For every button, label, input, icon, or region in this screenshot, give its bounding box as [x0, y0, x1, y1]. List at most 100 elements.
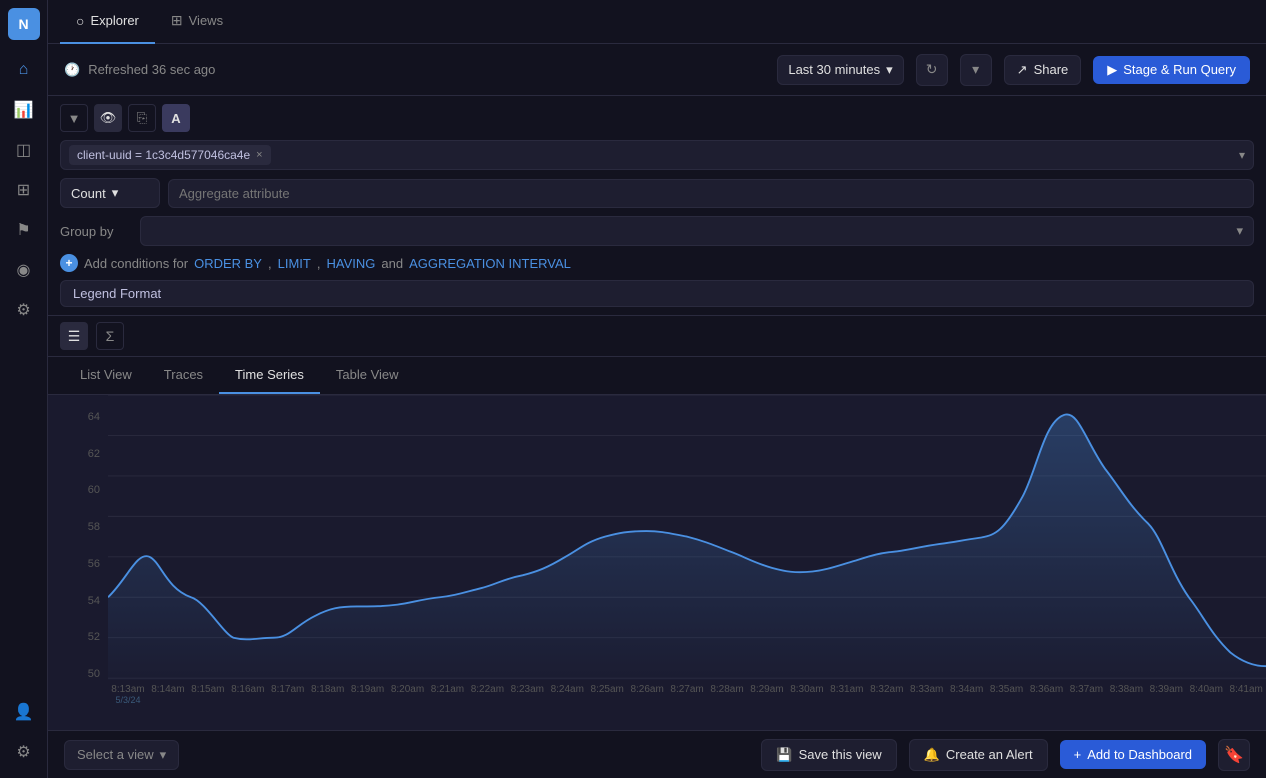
sidebar-item-grid[interactable]: ⊞ — [6, 172, 42, 208]
sidebar-item-settings-alt[interactable]: ⚙ — [6, 292, 42, 328]
copy-button[interactable]: ⎘ — [128, 104, 156, 132]
sidebar-item-home[interactable]: ⌂ — [6, 52, 42, 88]
tab-time-series[interactable]: Time Series — [219, 357, 320, 394]
create-alert-button[interactable]: 🔔 Create an Alert — [909, 739, 1048, 771]
select-view-dropdown[interactable]: Select a view ▾ — [64, 740, 179, 770]
x-label-825am: 8:25am — [587, 684, 627, 695]
save-view-button[interactable]: 💾 Save this view — [761, 739, 896, 771]
views-icon: ⊞ — [171, 12, 183, 29]
sidebar-item-settings[interactable]: ⚙ — [6, 734, 42, 770]
bookmark-icon: 🔖 — [1224, 745, 1244, 765]
sidebar-item-people[interactable]: 👤 — [6, 694, 42, 730]
time-selector[interactable]: Last 30 minutes ▾ — [777, 55, 903, 85]
filter-row: client-uuid = 1c3c4d577046ca4e × ▾ — [60, 140, 1254, 170]
alert-icon: 🔔 — [924, 747, 940, 763]
tab-traces[interactable]: Traces — [148, 357, 219, 394]
save-label: Save this view — [799, 747, 882, 762]
group-by-row: Group by ▾ — [60, 216, 1254, 246]
expand-button[interactable]: ▼ — [60, 104, 88, 132]
refresh-label: Refreshed 36 sec ago — [88, 62, 215, 77]
run-query-button[interactable]: ▶ Stage & Run Query — [1093, 56, 1250, 84]
x-label-827am: 8:27am — [667, 684, 707, 695]
legend-format-button[interactable]: Legend Format — [60, 280, 1254, 307]
filter-tag-text: client-uuid = 1c3c4d577046ca4e — [77, 148, 250, 162]
x-label-818am: 8:18am — [308, 684, 348, 695]
eye-button[interactable]: 👁 — [94, 104, 122, 132]
x-label-816am: 8:16am — [228, 684, 268, 695]
clock-icon: 🕐 — [64, 62, 80, 78]
sidebar-bottom: 👤 ⚙ — [6, 694, 42, 770]
sigma-button[interactable]: Σ — [96, 322, 124, 350]
run-label: Stage & Run Query — [1123, 62, 1236, 77]
x-label-839am: 8:39am — [1146, 684, 1186, 695]
refresh-button[interactable]: ↻ — [916, 54, 948, 86]
x-label-837am: 8:37am — [1067, 684, 1107, 695]
x-label-824am: 8:24am — [547, 684, 587, 695]
x-label-829am: 8:29am — [747, 684, 787, 695]
sidebar-item-eye[interactable]: ◉ — [6, 252, 42, 288]
x-label-819am: 8:19am — [348, 684, 388, 695]
order-by-link[interactable]: ORDER BY — [194, 256, 262, 271]
filter-close-button[interactable]: × — [256, 149, 262, 161]
view-tabs: List View Traces Time Series Table View — [48, 357, 1266, 395]
y-axis: 64 62 60 58 56 54 52 50 — [48, 395, 108, 680]
sidebar-item-explorer[interactable]: 📊 — [6, 92, 42, 128]
aggregate-selector[interactable]: Count ▾ — [60, 178, 160, 208]
sidebar-item-flag[interactable]: ⚑ — [6, 212, 42, 248]
tab-views[interactable]: ⊞ Views — [155, 0, 239, 44]
add-dashboard-button[interactable]: + Add to Dashboard — [1060, 740, 1206, 769]
add-conditions-button[interactable]: + — [60, 254, 78, 272]
copy-icon: ⎘ — [137, 110, 147, 126]
aggregation-interval-link[interactable]: AGGREGATION INTERVAL — [409, 256, 571, 271]
type-icon: A — [171, 111, 180, 126]
y-label-50: 50 — [88, 668, 100, 680]
app-logo[interactable]: N — [8, 8, 40, 40]
time-selector-label: Last 30 minutes — [788, 62, 880, 77]
conditions-prefix: Add conditions for — [84, 256, 188, 271]
table-view-icon-button[interactable]: ☰ — [60, 322, 88, 350]
x-label-838am: 8:38am — [1106, 684, 1146, 695]
aggregate-input[interactable] — [168, 179, 1254, 208]
refresh-info: 🕐 Refreshed 36 sec ago — [64, 62, 765, 78]
chevron-down-icon: ▾ — [886, 62, 893, 78]
x-label-813am: 8:13am 5/3/24 — [108, 684, 148, 705]
tab-list-view[interactable]: List View — [64, 357, 148, 394]
refresh-icon: ↻ — [926, 61, 938, 78]
tab-explorer-label: Explorer — [90, 13, 138, 28]
group-by-selector[interactable]: ▾ — [140, 216, 1254, 246]
aggregate-chevron-icon: ▾ — [112, 185, 119, 201]
x-label-830am: 8:30am — [787, 684, 827, 695]
alert-label: Create an Alert — [946, 747, 1033, 762]
x-label-841am: 8:41am — [1226, 684, 1266, 695]
list-view-label: List View — [80, 367, 132, 382]
x-label-840am: 8:40am — [1186, 684, 1226, 695]
limit-link[interactable]: LIMIT — [278, 256, 311, 271]
type-button[interactable]: A — [162, 104, 190, 132]
group-by-label: Group by — [60, 224, 132, 239]
share-icon: ↗ — [1017, 62, 1028, 78]
tab-views-label: Views — [189, 13, 223, 28]
share-label: Share — [1034, 62, 1069, 77]
x-label-815am: 8:15am — [188, 684, 228, 695]
expand-icon: ▼ — [68, 111, 81, 126]
sidebar-item-layers[interactable]: ◫ — [6, 132, 42, 168]
bookmark-button[interactable]: 🔖 — [1218, 739, 1250, 771]
tab-explorer[interactable]: ○ Explorer — [60, 0, 155, 44]
traces-label: Traces — [164, 367, 203, 382]
header-bar: 🕐 Refreshed 36 sec ago Last 30 minutes ▾… — [48, 44, 1266, 96]
share-button[interactable]: ↗ Share — [1004, 55, 1082, 85]
select-view-label: Select a view — [77, 747, 154, 762]
filter-expand-icon[interactable]: ▾ — [1239, 148, 1245, 162]
y-label-62: 62 — [88, 448, 100, 460]
aggregate-row: Count ▾ — [60, 178, 1254, 208]
sidebar: N ⌂ 📊 ◫ ⊞ ⚑ ◉ ⚙ 👤 ⚙ — [0, 0, 48, 778]
more-options-button[interactable]: ▾ — [960, 54, 992, 86]
tab-table-view[interactable]: Table View — [320, 357, 415, 394]
eye-icon: 👁 — [100, 110, 117, 126]
having-link[interactable]: HAVING — [326, 256, 375, 271]
chart-fill — [108, 414, 1266, 680]
x-label-823am: 8:23am — [507, 684, 547, 695]
y-label-64: 64 — [88, 411, 100, 423]
x-axis: 8:13am 5/3/24 8:14am 8:15am 8:16am 8:17a… — [108, 680, 1266, 730]
x-label-821am: 8:21am — [428, 684, 468, 695]
